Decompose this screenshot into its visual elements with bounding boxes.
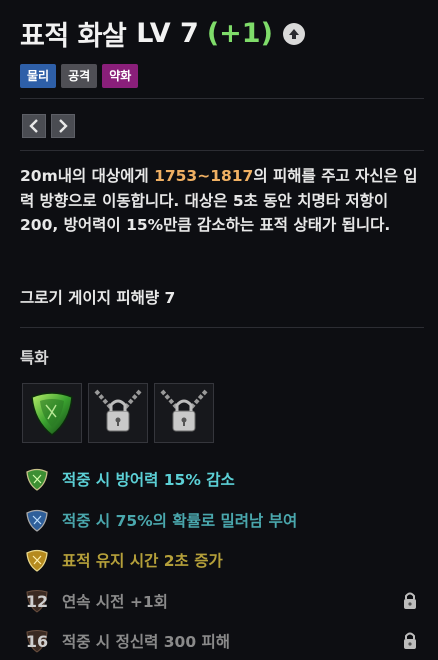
- tripod-row-locked: 16 적중 시 정신력 300 피해: [24, 628, 420, 654]
- divider: [20, 327, 424, 328]
- desc-text: 20m내의 대상에게: [20, 167, 155, 185]
- unlock-level: 16: [25, 631, 49, 651]
- lock-icon: [402, 590, 418, 614]
- skill-description: 20m내의 대상에게 1753~1817의 피해를 주고 자신은 입력 방향으로…: [20, 164, 420, 238]
- next-button[interactable]: [51, 114, 75, 138]
- skill-level: LV 7: [136, 18, 199, 49]
- rune-slots: [22, 383, 214, 443]
- skill-nav: [22, 114, 75, 138]
- stagger-gauge-text: 그로기 게이지 피해량 7: [20, 289, 176, 307]
- divider: [20, 98, 424, 99]
- tripod-row[interactable]: 적중 시 방어력 15% 감소: [24, 466, 420, 492]
- chained-lock-icon: [160, 389, 208, 432]
- chevron-left-icon: [29, 119, 38, 133]
- tripod-row-locked: 12 연속 시전 +1회: [24, 588, 420, 614]
- tripod-text: 적중 시 정신력 300 피해: [62, 633, 231, 651]
- tag-weaken: 약화: [102, 64, 139, 88]
- tag-attack: 공격: [61, 64, 98, 88]
- unlock-level-badge: 16: [24, 628, 50, 654]
- skill-tags: 물리 공격 약화: [20, 64, 139, 88]
- blue-gem-icon: [24, 507, 50, 533]
- tripod-text: 적중 시 방어력 15% 감소: [62, 471, 235, 489]
- tripod-text: 연속 시전 +1회: [62, 593, 168, 611]
- level-up-icon[interactable]: [282, 22, 305, 45]
- green-rune-icon: [31, 392, 73, 436]
- specialization-title: 특화: [20, 349, 49, 367]
- rune-slot-locked: [154, 383, 214, 443]
- skill-level-bonus: (+1): [206, 18, 273, 49]
- tag-physical: 물리: [20, 64, 57, 88]
- skill-title: 표적 화살 LV 7 (+1): [20, 14, 305, 53]
- tripod-row[interactable]: 적중 시 75%의 확률로 밀려남 부여: [24, 507, 420, 533]
- chained-lock-icon: [94, 389, 142, 432]
- skill-name: 표적 화살: [20, 21, 127, 52]
- rune-slot[interactable]: [22, 383, 82, 443]
- divider: [20, 150, 424, 151]
- rune-slot-locked: [88, 383, 148, 443]
- tripod-text: 적중 시 75%의 확률로 밀려남 부여: [62, 512, 298, 530]
- gold-gem-icon: [24, 547, 50, 573]
- prev-button[interactable]: [22, 114, 46, 138]
- green-gem-icon: [24, 466, 50, 492]
- unlock-level-badge: 12: [24, 588, 50, 614]
- damage-range: 1753~1817: [154, 167, 254, 185]
- tripod-text: 표적 유지 시간 2초 증가: [62, 552, 223, 570]
- tripod-row[interactable]: 표적 유지 시간 2초 증가: [24, 547, 420, 573]
- unlock-level: 12: [25, 591, 49, 611]
- chevron-right-icon: [59, 119, 68, 133]
- lock-icon: [402, 630, 418, 654]
